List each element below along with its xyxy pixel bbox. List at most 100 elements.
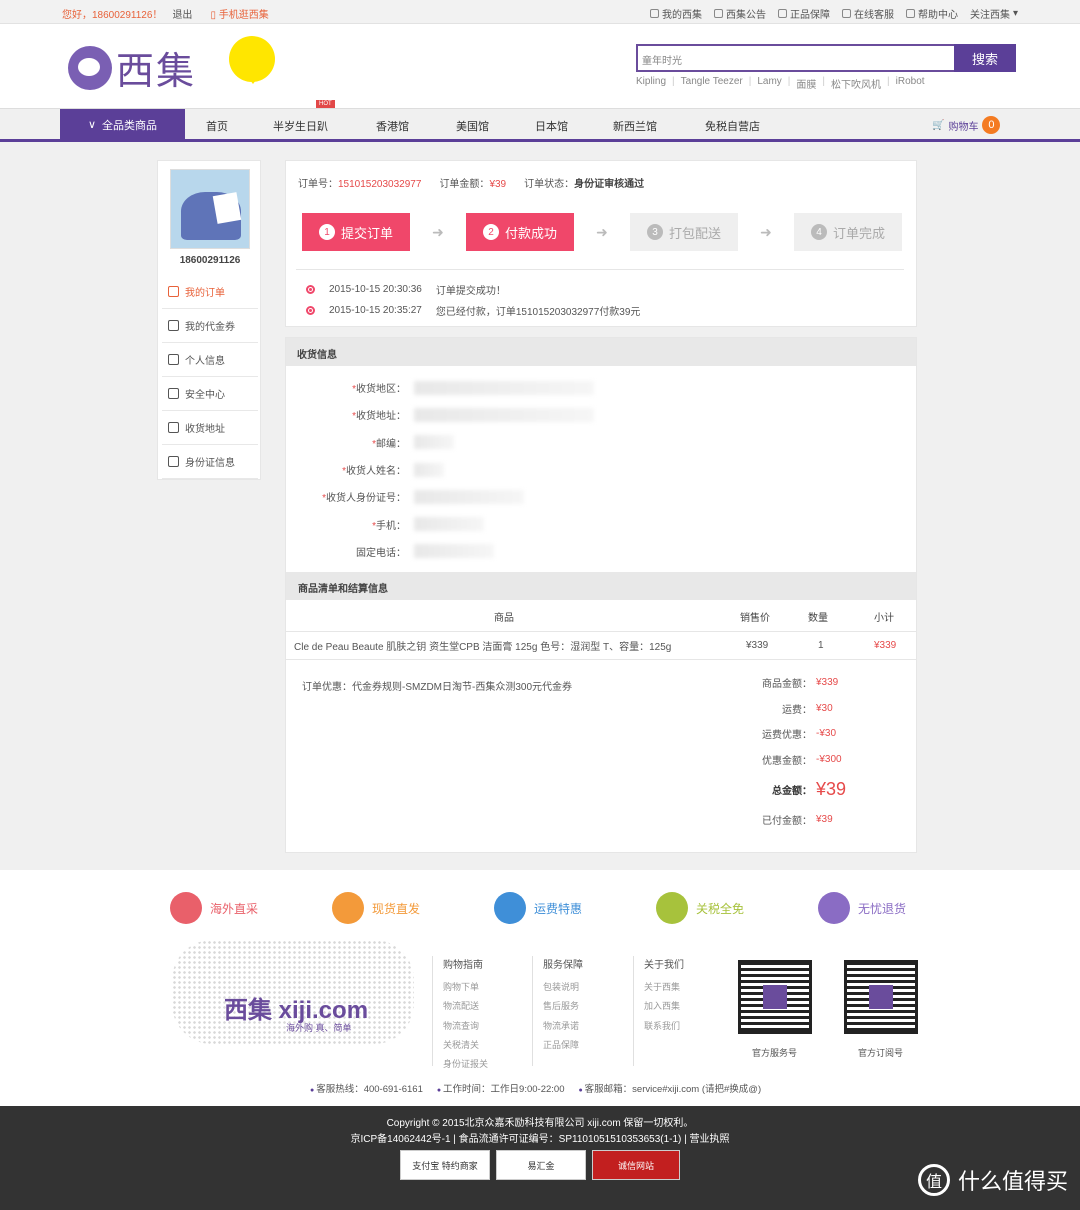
mobile-link[interactable]: ▯ 手机逛西集 (210, 6, 268, 21)
search-button[interactable]: 搜索 (954, 44, 1016, 72)
smzdm-logo-icon: 值 (917, 1164, 950, 1196)
table-row: Cle de Peau Beaute 肌肤之钥 资生堂CPB 洁面膏 125g … (286, 632, 916, 660)
order-progress: 1 提交订单 ➜ 2 付款成功 ➜ 3 打包配送 ➜ 4 订单完成 (302, 213, 902, 251)
sum-value: ¥39 (816, 813, 833, 825)
hotword-link[interactable]: 松下吹风机 (831, 76, 881, 91)
cart-count-badge: 0 (982, 116, 1001, 134)
sidebar-item-security[interactable]: 安全中心 (162, 377, 258, 411)
hotword-link[interactable]: Lamy (757, 76, 781, 91)
product-price: ¥339 (746, 640, 769, 651)
guarantee-link[interactable]: 正品保障 (777, 6, 830, 21)
field-zip: *邮编： (286, 429, 606, 456)
all-categories-button[interactable]: ∨ 全品类商品 (60, 109, 185, 140)
notice-link[interactable]: 西集公告 (713, 6, 766, 21)
logo-text: 西集 (116, 49, 197, 93)
order-meta: 订单号：151015203032977 订单金额：¥39 订单状态：身份证审核通… (298, 175, 644, 190)
footer-col-title: 服务保障 (543, 960, 583, 971)
service-link[interactable]: 在线客服 (841, 6, 894, 21)
cart-button[interactable]: 🛒 购物车 0 (932, 116, 1001, 134)
sum-label: 运费优惠： (762, 730, 812, 742)
product-subtotal: ¥339 (874, 640, 897, 651)
shipping-fields: *收货地区： *收货地址： *邮编： *收货人姓名： *收货人身份证号： *手机… (286, 374, 606, 565)
sum-label: 商品金额： (762, 679, 812, 691)
qr-code-image (844, 960, 918, 1034)
nav-item-home[interactable]: 首页 (206, 118, 228, 134)
sidebar-item-coupons[interactable]: 我的代金券 (162, 309, 258, 343)
divider (296, 269, 904, 270)
sum-value: ¥339 (816, 677, 839, 689)
footer-link[interactable]: 售后服务 (543, 999, 583, 1018)
alipay-badge[interactable]: 支付宝 特约商家 (400, 1150, 490, 1180)
truck-icon (494, 892, 526, 924)
footer-link[interactable]: 关于西集 (644, 980, 684, 999)
my-xiji-link[interactable]: 我的西集 (649, 6, 702, 21)
search-input[interactable]: 童年时光 (636, 44, 954, 72)
sidebar-item-address[interactable]: 收货地址 (162, 411, 258, 445)
nav-item-dutyfree[interactable]: 免税自营店 (705, 118, 760, 134)
sidebar-item-orders[interactable]: 我的订单 (162, 275, 258, 309)
footer-link[interactable]: 物流查询 (443, 1019, 488, 1038)
help-link[interactable]: 帮助中心 (905, 6, 958, 21)
footer-link[interactable]: 加入西集 (644, 999, 684, 1018)
feature-item: 海外直采 (170, 892, 332, 924)
my-xiji-label: 我的西集 (661, 10, 702, 21)
email-text: 客服邮箱：service#xiji.com (请把#换成@) (578, 1081, 761, 1095)
feature-label: 无忧退货 (858, 901, 907, 916)
nav-item-usa[interactable]: 美国馆 (456, 118, 489, 134)
nav-item-birthday[interactable]: 半岁生日趴 (273, 118, 328, 134)
mobile-link-label: 手机逛西集 (218, 10, 269, 21)
contact-info: 客服热线：400-691-6161 工作时间：工作日9:00-22:00 客服邮… (310, 1081, 761, 1095)
hotword-link[interactable]: Tangle Teezer (681, 76, 743, 91)
main-nav: ∨ 全品类商品 首页 半岁生日趴 HOT 香港馆 美国馆 日本馆 新西兰馆 免税自… (0, 100, 1080, 142)
sidebar-item-idcard[interactable]: 身份证信息 (162, 445, 258, 479)
footer-link[interactable]: 包装说明 (543, 980, 583, 999)
settlement-summary: 商品金额： ¥339 运费： ¥30 运费优惠： -¥30 优惠金额： -¥300 总金… (726, 670, 906, 832)
footer-link[interactable]: 物流承诺 (543, 1019, 583, 1038)
nav-item-hongkong[interactable]: 香港馆 (376, 118, 409, 134)
avatar[interactable] (170, 169, 250, 249)
footer-link[interactable]: 购物下单 (443, 980, 488, 999)
field-phone: 固定电话： (286, 538, 606, 565)
nav-item-japan[interactable]: 日本馆 (535, 118, 568, 134)
yellow-bubble-icon[interactable] (229, 36, 275, 84)
sidebar-item-profile[interactable]: 个人信息 (162, 343, 258, 377)
order-status: 订单状态：身份证审核通过 (524, 175, 644, 190)
trust-site-badge[interactable]: 诚信网站 (592, 1150, 680, 1180)
edit-icon (168, 388, 179, 399)
chat-icon (841, 9, 851, 18)
nav-item-newzealand[interactable]: 新西兰馆 (613, 118, 657, 134)
footer-link[interactable]: 物流配送 (443, 999, 488, 1018)
header: 西集 童年时光 搜索 Kipling | Tangle Teezer | Lamy |… (0, 24, 1080, 108)
shipping-panel: 收货信息 *收货地区： *收货地址： *邮编： *收货人姓名： *收货人身份证号… (285, 337, 917, 572)
product-name-link[interactable]: Cle de Peau Beaute 肌肤之钥 资生堂CPB 洁面膏 125g … (294, 638, 671, 653)
site-logo[interactable]: 西集 (68, 40, 196, 95)
account-menu: 我的订单 我的代金券 个人信息 安全中心 收货地址 身份证信息 (162, 275, 258, 479)
field-label: *手机： (286, 517, 406, 532)
hotword-link[interactable]: 面膜 (796, 76, 816, 91)
order-number: 订单号：151015203032977 (298, 175, 421, 190)
follow-link[interactable]: 关注西集 ▾ (970, 6, 1018, 21)
step-label: 提交订单 (340, 225, 393, 241)
chevron-down-icon: ▾ (1012, 8, 1018, 19)
footer-link[interactable]: 关税清关 (443, 1038, 488, 1057)
arrow-right-icon: ➜ (760, 223, 772, 240)
order-log: 2015-10-15 20:30:36 订单提交成功！ 2015-10-15 20… (306, 279, 640, 321)
log-text: 订单提交成功！ (435, 286, 506, 297)
footer-link[interactable]: 联系我们 (644, 1019, 684, 1038)
footer-link[interactable]: 身份证报关 (443, 1057, 488, 1076)
footer-col-title: 关于我们 (644, 960, 684, 971)
hotword-link[interactable]: iRobot (896, 76, 925, 91)
yihuijin-badge[interactable]: 易汇金 (496, 1150, 586, 1180)
hotword-link[interactable]: Kipling (636, 76, 666, 91)
footer-logo-text: 西集 xiji.com (224, 997, 369, 1024)
sidebar-item-label: 我的代金券 (185, 322, 235, 333)
table-header: 商品 销售价 数量 小计 (286, 602, 916, 632)
footer-col-guide: 购物指南 购物下单 物流配送 物流查询 关税清关 身份证报关 (432, 956, 488, 1069)
field-region: *收货地区： (286, 374, 606, 401)
footer-link[interactable]: 正品保障 (543, 1038, 583, 1057)
total-value: ¥39 (816, 778, 847, 799)
step-complete: 4 订单完成 (794, 213, 902, 251)
logout-link[interactable]: 退出 (172, 6, 192, 21)
feature-label: 海外直采 (210, 901, 259, 916)
step-submit: 1 提交订单 (302, 213, 410, 251)
